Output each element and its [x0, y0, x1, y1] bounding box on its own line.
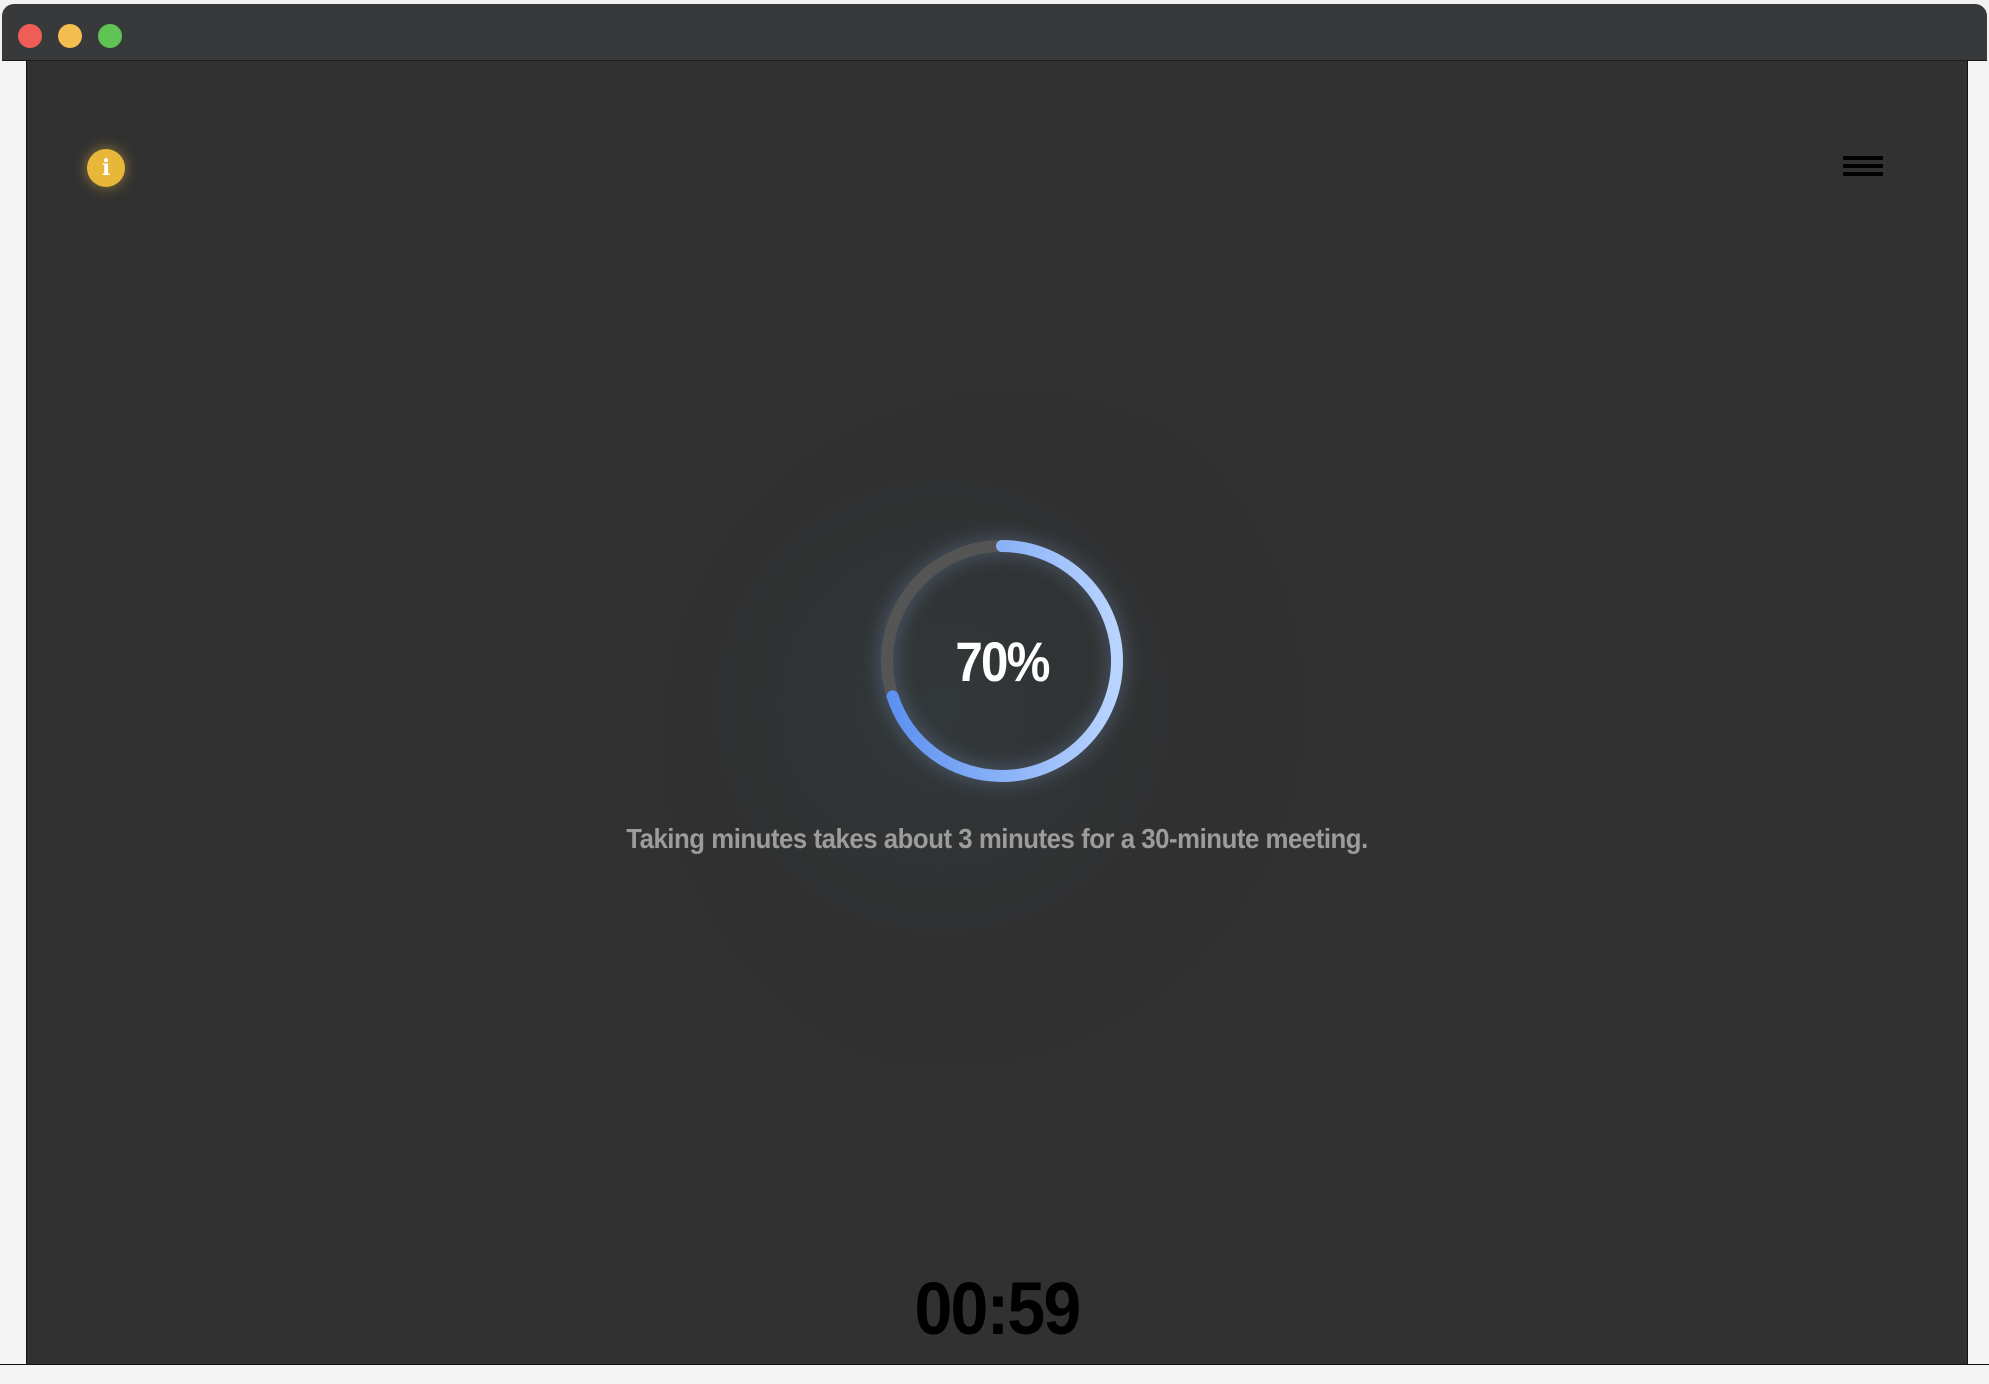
progress-ring: 70% [864, 523, 1140, 799]
menu-line [1843, 156, 1883, 160]
minimize-window-button[interactable] [58, 24, 82, 48]
menu-line [1843, 172, 1883, 176]
processing-screen: i 70% Taking minutes takes about 3 minut… [27, 61, 1967, 1364]
progress-percent: 70% [955, 629, 1050, 693]
window-frame-left [0, 61, 27, 1383]
info-glyph: i [101, 155, 111, 181]
title-bar [2, 4, 1987, 61]
app-window: i 70% Taking minutes takes about 3 minut… [0, 0, 1989, 1384]
processing-caption: Taking minutes takes about 3 minutes for… [626, 823, 1368, 854]
elapsed-timer: 00:59 [914, 1267, 1082, 1350]
hamburger-menu-icon[interactable] [1841, 151, 1885, 181]
info-icon[interactable]: i [87, 149, 125, 187]
menu-line [1843, 164, 1883, 168]
window-frame-right [1967, 61, 1989, 1383]
window-frame-bottom [0, 1364, 1989, 1384]
close-window-button[interactable] [18, 24, 42, 48]
zoom-window-button[interactable] [98, 24, 122, 48]
